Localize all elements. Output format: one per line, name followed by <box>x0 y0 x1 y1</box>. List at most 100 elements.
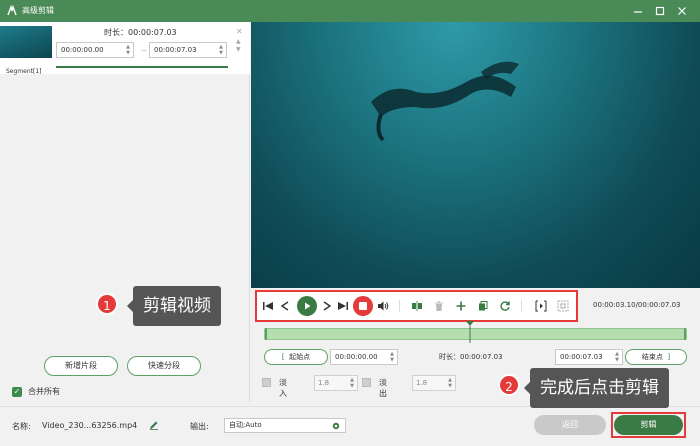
time-readout: 00:00:03.10/00:00:07.03 <box>593 301 681 309</box>
add-button[interactable] <box>453 298 469 314</box>
end-time-input[interactable]: 00:00:07.03 ▲ ▼ <box>555 349 623 365</box>
timeline-right-handle[interactable] <box>684 328 686 340</box>
spin-arrows-icon[interactable]: ▲ ▼ <box>615 351 619 363</box>
diver-image <box>371 61 519 142</box>
segment-progress <box>56 66 228 68</box>
stop-icon <box>359 302 367 310</box>
spin-arrows-icon[interactable]: ▲ ▼ <box>448 377 452 389</box>
playback-controls <box>255 290 578 322</box>
end-bracket-icon: ] <box>667 353 671 361</box>
back-button[interactable]: 返回 <box>534 415 606 435</box>
file-name: Video_230...63256.mp4 <box>42 421 138 430</box>
spin-arrows-icon[interactable]: ▲ ▼ <box>219 44 223 56</box>
trash-icon <box>435 301 443 311</box>
divider <box>399 300 400 312</box>
segment-end-value: 00:00:07.03 <box>154 46 197 54</box>
set-start-label: 起始点 <box>289 353 311 361</box>
split-button[interactable] <box>409 298 425 314</box>
checkbox-checked-icon[interactable]: ✓ <box>12 386 22 397</box>
reset-button[interactable] <box>497 298 513 314</box>
range-row: [ 起始点 00:00:00.00 ▲ ▼ 时长：00:00:07.03 00:0… <box>264 349 687 365</box>
divider <box>521 300 522 312</box>
range-duration: 时长：00:00:07.03 <box>439 353 503 361</box>
segment-end-input[interactable]: 00:00:07.03 ▲ ▼ <box>149 42 227 58</box>
start-time-value: 00:00:00.00 <box>335 353 378 361</box>
fit-button[interactable] <box>533 298 549 314</box>
output-value: 自动;Auto <box>229 421 262 429</box>
delete-button[interactable] <box>431 298 447 314</box>
step-two-badge: 2 <box>498 374 520 396</box>
fit-frame-icon <box>535 300 547 312</box>
copy-button[interactable] <box>475 298 491 314</box>
play-icon <box>305 302 311 310</box>
close-button[interactable] <box>674 3 690 19</box>
segment-panel: 时长：00:00:07.03 00:00:00.00 ▲ ▼ -- 00:00:0… <box>0 22 250 402</box>
playhead[interactable] <box>466 321 474 343</box>
start-bracket-icon: [ <box>281 353 285 361</box>
spin-arrows-icon[interactable]: ▲ ▼ <box>390 351 394 363</box>
next-frame-button[interactable] <box>319 298 335 314</box>
stop-button[interactable] <box>353 296 373 316</box>
go-to-end-button[interactable] <box>335 298 351 314</box>
segment-duration: 时长：00:00:07.03 <box>104 28 177 37</box>
volume-icon <box>378 301 389 311</box>
segment-thumbnail <box>0 26 52 58</box>
fade-in-input[interactable]: 1.8 ▲ ▼ <box>314 375 358 391</box>
gear-icon[interactable] <box>331 421 341 431</box>
skip-to-start-icon <box>263 302 273 310</box>
merge-all-label: 合并所有 <box>28 387 60 396</box>
volume-button[interactable] <box>375 298 391 314</box>
add-segment-button[interactable]: 新增片段 <box>44 356 118 376</box>
maximize-button[interactable] <box>652 3 668 19</box>
segment-label: Segment[1] <box>6 68 42 75</box>
split-icon <box>412 301 422 311</box>
crop-button[interactable] <box>555 298 571 314</box>
fade-in-checkbox[interactable] <box>262 378 271 387</box>
move-up-icon[interactable]: ▲ <box>236 38 241 45</box>
segment-card[interactable]: 时长：00:00:07.03 00:00:00.00 ▲ ▼ -- 00:00:0… <box>0 22 250 75</box>
step-two-callout: 完成后点击剪辑 <box>524 368 669 408</box>
timeline-track[interactable] <box>264 328 687 340</box>
close-icon <box>678 7 686 15</box>
title-bar: 高级剪辑 <box>0 0 700 22</box>
name-label: 名称: <box>12 422 31 431</box>
move-down-icon[interactable]: ▼ <box>236 46 241 53</box>
set-end-label: 结束点 <box>641 353 663 361</box>
set-end-button[interactable]: 结束点 ] <box>625 349 687 365</box>
merge-all-row[interactable]: ✓ 合并所有 <box>12 386 60 397</box>
output-select[interactable]: 自动;Auto <box>224 418 346 433</box>
crop-frame-icon <box>557 300 569 312</box>
prev-frame-button[interactable] <box>277 298 293 314</box>
play-button[interactable] <box>297 296 317 316</box>
plus-icon <box>456 301 466 311</box>
edit-name-icon[interactable] <box>149 420 159 430</box>
segment-start-input[interactable]: 00:00:00.00 ▲ ▼ <box>56 42 134 58</box>
set-start-button[interactable]: [ 起始点 <box>264 349 328 365</box>
segment-start-value: 00:00:00.00 <box>61 46 104 54</box>
step-one-badge: 1 <box>96 293 118 315</box>
video-preview <box>251 22 700 288</box>
spin-arrows-icon[interactable]: ▲ ▼ <box>350 377 354 389</box>
end-time-value: 00:00:07.03 <box>560 353 603 361</box>
fade-out-value: 1.8 <box>416 379 428 387</box>
fade-out-input[interactable]: 1.8 ▲ ▼ <box>412 375 456 391</box>
fade-in-value: 1.8 <box>318 379 330 387</box>
delete-segment-icon[interactable]: ✕ <box>236 27 243 36</box>
minimize-button[interactable] <box>630 3 646 19</box>
fade-out-checkbox[interactable] <box>362 378 371 387</box>
step-back-icon <box>280 301 289 311</box>
step-one-callout: 剪辑视频 <box>127 286 221 326</box>
spin-arrows-icon[interactable]: ▲ ▼ <box>126 44 130 56</box>
start-time-input[interactable]: 00:00:00.00 ▲ ▼ <box>330 349 398 365</box>
go-to-start-button[interactable] <box>260 298 276 314</box>
cut-button[interactable]: 剪辑 <box>614 415 683 435</box>
app-logo-icon <box>7 5 17 16</box>
fade-out-label: 淡出 <box>379 378 387 398</box>
maximize-icon <box>655 6 665 16</box>
copy-icon <box>479 301 488 311</box>
window-title: 高级剪辑 <box>22 6 54 15</box>
bottom-bar: 名称: Video_230...63256.mp4 输出: 自动;Auto 返回… <box>0 406 700 446</box>
timeline-left-handle[interactable] <box>265 328 267 340</box>
output-label: 输出: <box>190 422 209 431</box>
quick-split-button[interactable]: 快速分段 <box>127 356 201 376</box>
